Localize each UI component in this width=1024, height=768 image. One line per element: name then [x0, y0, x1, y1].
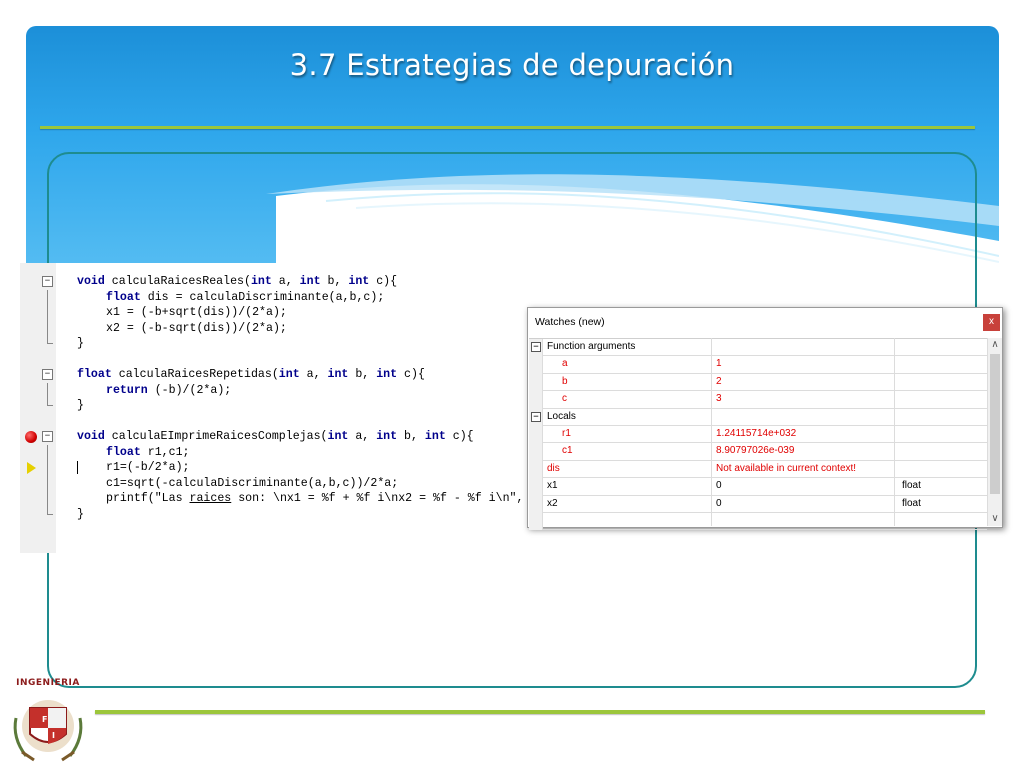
watch-row[interactable]: c1 8.90797026e-039: [529, 443, 987, 461]
watch-row[interactable]: dis Not available in current context!: [529, 460, 987, 479]
tree-gutter: [529, 460, 543, 479]
watch-value: 8.90797026e-039: [716, 445, 795, 457]
watch-group-row[interactable]: − Function arguments: [529, 339, 987, 357]
faculty-logo: INGENIERIA F I: [8, 678, 88, 764]
vertical-scrollbar[interactable]: ∧ ∨: [987, 338, 1002, 526]
close-button[interactable]: x: [983, 314, 1000, 331]
collapse-icon[interactable]: −: [531, 411, 541, 422]
watch-name: x1: [547, 480, 558, 492]
watch-name: b: [562, 375, 568, 387]
watch-row[interactable]: [529, 512, 987, 531]
svg-text:F: F: [42, 715, 47, 724]
watch-row[interactable]: x1 0 float: [529, 478, 987, 496]
tree-gutter: [529, 478, 543, 496]
watches-titlebar[interactable]: Watches (new) x: [528, 308, 1002, 336]
code-line: return (-b)/(2*a);: [20, 382, 528, 398]
logo-text: INGENIERIA: [16, 678, 80, 688]
tree-gutter: [529, 373, 543, 392]
watch-value: 0: [716, 480, 722, 492]
code-line: c1=sqrt(-calculaDiscriminante(a,b,c))/2*…: [20, 475, 528, 491]
watch-name: c1: [562, 445, 573, 457]
slide-title: 3.7 Estrategias de depuración: [289, 48, 735, 82]
code-line: − void calculaEImprimeRaicesComplejas(in…: [20, 429, 528, 445]
watch-value: 1.24115714e+032: [716, 427, 797, 439]
tree-gutter: −: [529, 408, 543, 426]
code-line: float dis = calculaDiscriminante(a,b,c);: [20, 289, 528, 305]
watch-row[interactable]: b2: [529, 373, 987, 392]
watch-value: 2: [716, 375, 722, 387]
fold-collapse-icon[interactable]: −: [42, 369, 53, 380]
column-separator[interactable]: [711, 338, 712, 526]
watch-value: 1: [716, 358, 722, 370]
watch-value: Not available in current context!: [716, 462, 857, 474]
watch-value: 3: [716, 393, 722, 405]
code-line-current: r1=(-b/2*a);: [20, 460, 528, 476]
watches-title: Watches (new): [535, 316, 605, 328]
watch-name: r1: [562, 427, 571, 439]
watch-name: Locals: [547, 410, 576, 422]
faculty-crest-icon: F I: [13, 700, 83, 762]
scroll-up-icon[interactable]: ∧: [988, 338, 1002, 352]
code-lines: − void calculaRaicesReales(int a, int b,…: [20, 274, 528, 522]
watch-name: dis: [547, 462, 560, 474]
breakpoint-icon[interactable]: [25, 431, 37, 443]
svg-text:I: I: [52, 731, 55, 740]
tree-gutter: [529, 512, 543, 531]
code-editor[interactable]: − void calculaRaicesReales(int a, int b,…: [20, 263, 528, 553]
watch-value: 0: [716, 497, 722, 509]
tree-gutter: [529, 443, 543, 461]
code-line: }: [20, 398, 528, 414]
watch-name: a: [562, 358, 568, 370]
watches-grid[interactable]: − Function arguments a 1 b 2 c 3− Locals r1 1.2411…: [529, 338, 987, 531]
watch-type: float: [902, 497, 921, 509]
column-separator[interactable]: [894, 338, 895, 526]
watch-group-row[interactable]: − Locals: [529, 408, 987, 426]
fold-collapse-icon[interactable]: −: [42, 276, 53, 287]
code-line: float r1,c1;: [20, 444, 528, 460]
code-line: }: [20, 336, 528, 352]
bottom-divider: [95, 710, 985, 714]
scroll-thumb[interactable]: [990, 354, 1000, 494]
watch-name: c: [562, 393, 567, 405]
code-line: x1 = (-b+sqrt(dis))/(2*a);: [20, 305, 528, 321]
watch-row[interactable]: r1 1.24115714e+032: [529, 425, 987, 444]
tree-gutter: [529, 425, 543, 444]
tree-gutter: −: [529, 339, 543, 357]
watch-row[interactable]: c3: [529, 391, 987, 409]
code-line: }: [20, 506, 528, 523]
code-line: − void calculaRaicesReales(int a, int b,…: [20, 274, 528, 290]
code-line: x2 = (-b-sqrt(dis))/(2*a);: [20, 320, 528, 336]
execution-pointer-icon: [27, 462, 36, 474]
tree-gutter: [529, 356, 543, 374]
watch-row[interactable]: a1: [529, 356, 987, 374]
watch-name: Function arguments: [547, 341, 636, 352]
code-line: printf("Las raices son: \nx1 = %f + %f i…: [20, 491, 528, 507]
watch-name: x2: [547, 497, 558, 509]
fold-collapse-icon[interactable]: −: [42, 431, 53, 442]
collapse-icon[interactable]: −: [531, 342, 541, 352]
title-divider: [40, 126, 975, 129]
scroll-down-icon[interactable]: ∨: [988, 512, 1002, 526]
watch-type: float: [902, 480, 921, 492]
tree-gutter: [529, 391, 543, 409]
watch-row[interactable]: x2 0 float: [529, 495, 987, 513]
tree-gutter: [529, 495, 543, 513]
watches-window[interactable]: Watches (new) x − Function arguments a 1 b 2 c…: [527, 307, 1003, 531]
code-line: − float calculaRaicesRepetidas(int a, in…: [20, 367, 528, 383]
